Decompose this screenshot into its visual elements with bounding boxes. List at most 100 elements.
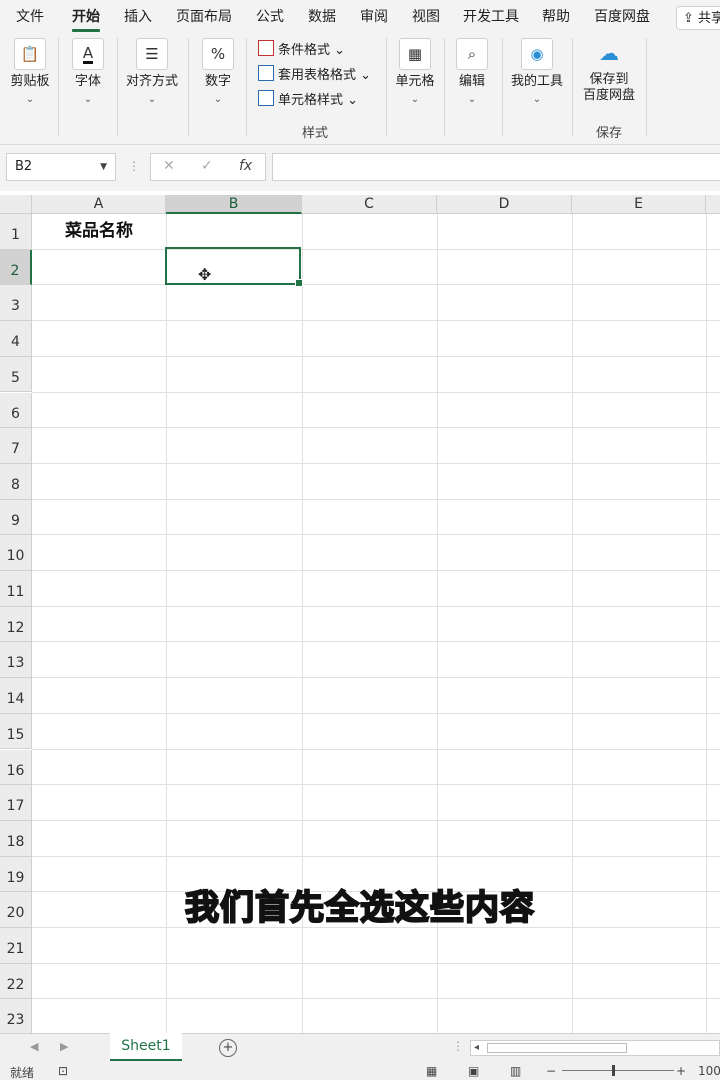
column-header[interactable]: D xyxy=(437,195,572,214)
tab-insert[interactable]: 插入 xyxy=(124,0,152,34)
more-options-icon: ⋮ xyxy=(452,1039,464,1053)
divider xyxy=(188,38,189,136)
scroll-left-icon[interactable]: ◂ xyxy=(474,1042,479,1053)
sheet-tab[interactable]: Sheet1 xyxy=(110,1033,182,1061)
conditional-format-icon xyxy=(258,40,274,56)
save-group-label: 保存 xyxy=(596,126,623,141)
tab-developer[interactable]: 开发工具 xyxy=(463,0,519,34)
row-header[interactable]: 16 xyxy=(0,749,32,786)
row-header[interactable]: 17 xyxy=(0,785,32,821)
row-header[interactable]: 6 xyxy=(0,392,32,429)
insert-function-icon[interactable]: fx xyxy=(239,158,252,174)
cells-icon: ▦ xyxy=(399,38,431,70)
conditional-format-button[interactable]: 条件格式 ⌄ xyxy=(258,40,345,60)
tab-help[interactable]: 帮助 xyxy=(542,0,570,34)
alignment-button[interactable]: ☰ 对齐方式 ⌄ xyxy=(122,38,182,108)
page-layout-view-icon[interactable]: ▣ xyxy=(468,1064,479,1078)
gridline xyxy=(32,677,720,679)
my-tools-icon: ◉ xyxy=(521,38,553,70)
tab-view[interactable]: 视图 xyxy=(412,0,440,34)
row-header[interactable]: 3 xyxy=(0,285,32,322)
chevron-down-icon: ⌄ xyxy=(147,94,157,105)
selected-cell-b2[interactable] xyxy=(165,247,303,287)
cancel-icon[interactable]: ✕ xyxy=(163,158,175,174)
row-header[interactable]: 8 xyxy=(0,463,32,500)
row-header[interactable]: 10 xyxy=(0,535,32,571)
cell-a1[interactable]: 菜品名称 xyxy=(32,214,166,248)
row-header[interactable]: 12 xyxy=(0,606,32,643)
zoom-out-icon[interactable]: − xyxy=(546,1064,556,1078)
scrollbar-thumb[interactable] xyxy=(487,1043,627,1053)
clipboard-button[interactable]: 📋 剪贴板 ⌄ xyxy=(8,38,52,108)
gridline xyxy=(32,641,720,643)
row-header[interactable]: 9 xyxy=(0,499,32,536)
zoom-in-icon[interactable]: + xyxy=(676,1064,686,1078)
row-header[interactable]: 5 xyxy=(0,356,32,393)
font-button[interactable]: A 字体 ⌄ xyxy=(66,38,110,108)
column-header[interactable]: A xyxy=(32,195,166,214)
row-header[interactable]: 4 xyxy=(0,321,32,357)
row-header[interactable]: 1 xyxy=(0,214,32,250)
status-ready: 就绪 xyxy=(10,1066,35,1080)
chevron-down-icon: ▼ xyxy=(100,162,107,172)
row-header[interactable]: 15 xyxy=(0,713,32,750)
baidu-netdisk-icon: ☁ xyxy=(599,41,619,65)
gridline xyxy=(32,855,720,857)
accessibility-icon[interactable]: ⊡ xyxy=(58,1064,68,1078)
column-header[interactable]: E xyxy=(572,195,706,214)
tab-formulas[interactable]: 公式 xyxy=(256,0,284,34)
normal-view-icon[interactable]: ▦ xyxy=(426,1064,437,1078)
format-as-table-button[interactable]: 套用表格格式 ⌄ xyxy=(258,65,371,85)
tab-data[interactable]: 数据 xyxy=(308,0,336,34)
row-header[interactable]: 2 xyxy=(0,249,32,286)
gridline xyxy=(32,748,720,750)
fill-handle[interactable] xyxy=(295,279,303,287)
row-header[interactable]: 13 xyxy=(0,642,32,679)
add-sheet-icon[interactable]: + xyxy=(219,1039,237,1057)
horizontal-scrollbar[interactable]: ◂ xyxy=(470,1040,720,1056)
row-header[interactable]: 23 xyxy=(0,999,32,1033)
gridline xyxy=(32,498,720,500)
row-header[interactable]: 22 xyxy=(0,963,32,1000)
row-header[interactable]: 18 xyxy=(0,820,32,857)
page-break-view-icon[interactable]: ▥ xyxy=(510,1064,521,1078)
cursor-plus-icon: ✥ xyxy=(198,265,212,284)
cells-button[interactable]: ▦ 单元格 ⌄ xyxy=(392,38,438,108)
formula-buttons: ✕ ✓ fx xyxy=(150,153,266,181)
column-header[interactable] xyxy=(706,195,720,214)
row-header[interactable]: 14 xyxy=(0,678,32,714)
tab-baidu-netdisk[interactable]: 百度网盘 xyxy=(594,0,650,34)
tab-review[interactable]: 审阅 xyxy=(360,0,388,34)
confirm-icon[interactable]: ✓ xyxy=(201,158,213,174)
cell-styles-button[interactable]: 单元格样式 ⌄ xyxy=(258,90,358,110)
my-tools-button[interactable]: ◉ 我的工具 ⌄ xyxy=(508,38,566,108)
gridline xyxy=(32,462,720,464)
row-header[interactable]: 7 xyxy=(0,428,32,464)
column-header[interactable]: C xyxy=(302,195,437,214)
select-all-corner[interactable] xyxy=(0,195,32,214)
more-options-icon: ⋮ xyxy=(128,159,140,173)
zoom-slider-thumb[interactable] xyxy=(612,1065,615,1076)
chevron-down-icon: ⌄ xyxy=(347,93,359,108)
row-header[interactable]: 21 xyxy=(0,928,32,964)
number-format-button[interactable]: % 数字 ⌄ xyxy=(196,38,240,108)
save-to-baidu-button[interactable]: ☁ 保存到 百度网盘 xyxy=(578,38,640,104)
gridline xyxy=(32,962,720,964)
gridline xyxy=(32,355,720,357)
divider xyxy=(246,38,247,136)
tab-file[interactable]: 文件 xyxy=(16,0,44,34)
name-box[interactable]: B2 ▼ xyxy=(6,153,116,181)
column-header[interactable]: B xyxy=(166,195,302,214)
editing-button[interactable]: ⌕ 编辑 ⌄ xyxy=(450,38,494,108)
next-sheet-icon[interactable]: ▶ xyxy=(60,1040,68,1053)
formula-input[interactable] xyxy=(272,153,720,181)
row-header[interactable]: 11 xyxy=(0,571,32,607)
prev-sheet-icon[interactable]: ◀ xyxy=(30,1040,38,1053)
share-button[interactable]: ⇪ 共享 xyxy=(676,6,720,30)
zoom-level[interactable]: 100% xyxy=(698,1064,720,1078)
tab-home[interactable]: 开始 xyxy=(72,0,100,34)
cell-style-icon xyxy=(258,90,274,106)
divider xyxy=(646,38,647,136)
tab-page-layout[interactable]: 页面布局 xyxy=(176,0,232,34)
zoom-slider[interactable] xyxy=(562,1070,674,1071)
